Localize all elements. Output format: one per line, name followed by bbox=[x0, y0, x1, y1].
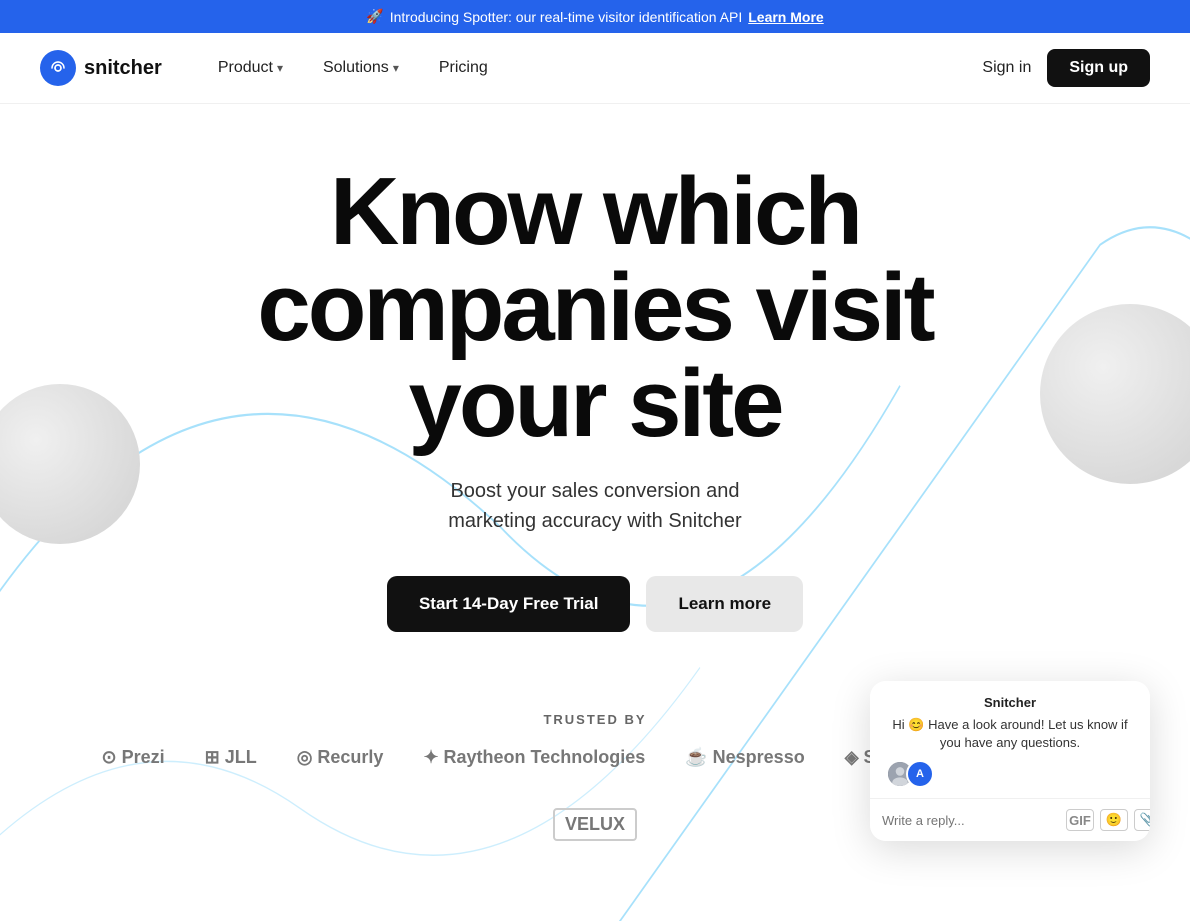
hero-title: Know which companies visit your site bbox=[145, 164, 1045, 452]
top-banner: 🚀 Introducing Spotter: our real-time vis… bbox=[0, 0, 1190, 33]
navbar-actions: Sign in Sign up bbox=[982, 49, 1150, 87]
banner-text: Introducing Spotter: our real-time visit… bbox=[390, 9, 743, 25]
nav-pricing-label: Pricing bbox=[439, 59, 488, 77]
banner-link[interactable]: Learn More bbox=[748, 9, 823, 25]
chat-header: Snitcher Hi 😊 Have a look around! Let us… bbox=[870, 681, 1150, 799]
chat-avatars: A bbox=[886, 760, 1134, 788]
chat-company-name: Snitcher bbox=[886, 695, 1134, 710]
attachment-button[interactable]: 📎 bbox=[1134, 809, 1150, 831]
logo-nespresso: ☕ Nespresso bbox=[685, 747, 804, 768]
nav-links: Product ▾ Solutions ▾ Pricing bbox=[202, 51, 983, 85]
sign-in-button[interactable]: Sign in bbox=[982, 59, 1031, 77]
logo-velux: VELUX bbox=[553, 808, 637, 841]
nav-product-label: Product bbox=[218, 59, 273, 77]
nav-item-solutions[interactable]: Solutions ▾ bbox=[307, 51, 415, 85]
navbar: snitcher Product ▾ Solutions ▾ Pricing S… bbox=[0, 33, 1190, 104]
logo-raytheon: ✦ Raytheon Technologies bbox=[423, 747, 645, 768]
nav-item-pricing[interactable]: Pricing bbox=[423, 51, 504, 85]
logo-recurly: ◎ Recurly bbox=[297, 747, 384, 768]
nav-item-product[interactable]: Product ▾ bbox=[202, 51, 299, 85]
nav-solutions-label: Solutions bbox=[323, 59, 389, 77]
gif-button[interactable]: GIF bbox=[1066, 809, 1094, 831]
hero-subtitle: Boost your sales conversion and marketin… bbox=[40, 476, 1150, 536]
chat-avatar-2: A bbox=[906, 760, 934, 788]
logo-text: snitcher bbox=[84, 57, 162, 80]
chevron-down-icon: ▾ bbox=[393, 61, 399, 75]
start-trial-button[interactable]: Start 14-Day Free Trial bbox=[387, 576, 631, 632]
chat-input-area: GIF 🙂 📎 bbox=[870, 799, 1150, 841]
chat-message-text: Hi 😊 Have a look around! Let us know if … bbox=[886, 716, 1134, 752]
hero-section: Know which companies visit your site Boo… bbox=[0, 104, 1190, 921]
chat-tools: GIF 🙂 📎 bbox=[1066, 809, 1150, 831]
chat-reply-input[interactable] bbox=[882, 813, 1058, 828]
sign-up-button[interactable]: Sign up bbox=[1047, 49, 1150, 87]
logo-prezi: ⊙ Prezi bbox=[102, 747, 165, 768]
emoji-button[interactable]: 🙂 bbox=[1100, 809, 1128, 831]
banner-rocket: 🚀 bbox=[366, 8, 383, 25]
learn-more-button[interactable]: Learn more bbox=[646, 576, 803, 632]
chevron-down-icon: ▾ bbox=[277, 61, 283, 75]
logo[interactable]: snitcher bbox=[40, 50, 162, 86]
logo-jll: ⊞ JLL bbox=[205, 747, 257, 768]
hero-buttons: Start 14-Day Free Trial Learn more bbox=[40, 576, 1150, 632]
logo-icon bbox=[40, 50, 76, 86]
hero-content: Know which companies visit your site Boo… bbox=[40, 164, 1150, 632]
chat-widget: Snitcher Hi 😊 Have a look around! Let us… bbox=[870, 681, 1150, 841]
